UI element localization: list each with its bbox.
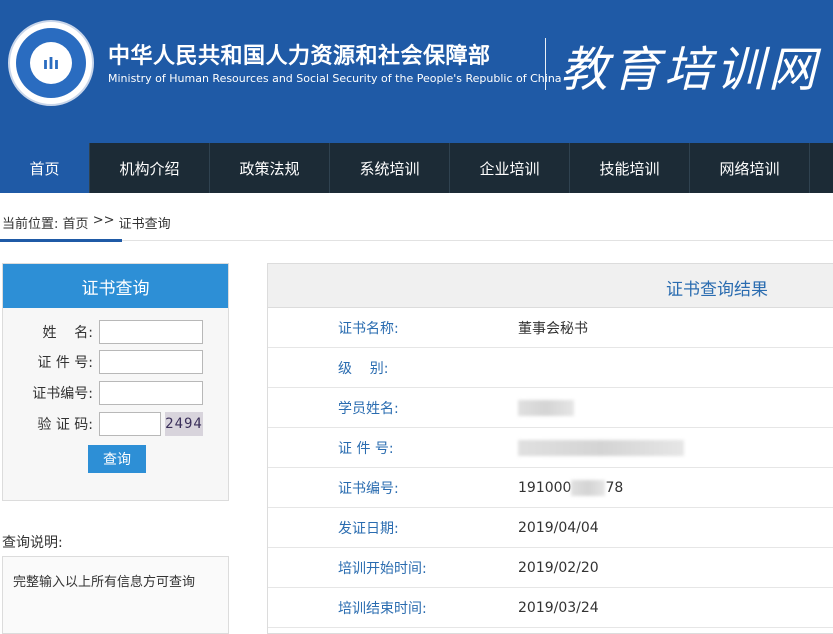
ministry-name-en: Ministry of Human Resources and Social S… — [108, 72, 562, 85]
form-row-id: 证 件 号: — [3, 349, 230, 375]
results-header: 证书查询结果 — [268, 264, 833, 308]
site-header: ılı 中华人民共和国人力资源和社会保障部 Ministry of Human … — [0, 0, 833, 143]
cert-name-value: 董事会秘书 — [518, 320, 588, 337]
form-row-name: 姓 名: — [3, 319, 230, 345]
form-row-captcha: 验 证 码: 2494 — [3, 411, 230, 437]
name-input[interactable] — [99, 320, 203, 344]
student-id-label: 证 件 号: — [338, 440, 394, 457]
main-nav: 首页 机构介绍 政策法规 系统培训 企业培训 技能培训 网络培训 — [0, 143, 833, 193]
captcha-image[interactable]: 2494 — [165, 412, 203, 436]
redacted-cert-digits — [571, 479, 606, 496]
student-name-value — [518, 399, 574, 416]
query-results-panel: 证书查询结果 证书名称: 董事会秘书 级 别: 学员姓名: 证 件 号: 证书编… — [267, 263, 833, 634]
result-row-student-name: 学员姓名: — [268, 388, 833, 428]
nav-item-policy[interactable]: 政策法规 — [210, 143, 330, 193]
header-divider — [545, 38, 546, 90]
result-row-train-end: 培训结束时间: 2019/03/24 — [268, 588, 833, 628]
redacted-id-number — [518, 439, 684, 456]
id-number-input[interactable] — [99, 350, 203, 374]
nav-item-enterprise-training[interactable]: 企业培训 — [450, 143, 570, 193]
issue-date-value: 2019/04/04 — [518, 519, 599, 536]
result-row-cert-number: 证书编号: 191000 78 — [268, 468, 833, 508]
nav-item-online-training[interactable]: 网络培训 — [690, 143, 810, 193]
training-end-value: 2019/03/24 — [518, 599, 599, 616]
issue-date-label: 发证日期: — [338, 520, 399, 537]
cert-number-input[interactable] — [99, 381, 203, 405]
ministry-name-cn: 中华人民共和国人力资源和社会保障部 — [108, 44, 491, 69]
nav-item-system-training[interactable]: 系统培训 — [330, 143, 450, 193]
notes-text: 完整输入以上所有信息方可查询 — [13, 575, 196, 590]
breadcrumb-home-link[interactable]: 首页 — [63, 213, 89, 232]
cert-number-result-value: 191000 78 — [518, 479, 624, 496]
site-title: 教育培训网 — [560, 42, 821, 98]
training-start-value: 2019/02/20 — [518, 559, 599, 576]
cert-number-prefix: 191000 — [518, 479, 572, 496]
result-row-cert-name: 证书名称: 董事会秘书 — [268, 308, 833, 348]
name-label: 姓 名: — [42, 325, 93, 341]
captcha-label: 验 证 码: — [37, 417, 93, 433]
breadcrumb: 当前位置: 首页 >> 证书查询 — [2, 213, 171, 232]
training-end-label: 培训结束时间: — [338, 600, 427, 617]
result-row-issue-date: 发证日期: 2019/04/04 — [268, 508, 833, 548]
breadcrumb-accent-bar — [0, 239, 122, 242]
logo-ring: ılı — [16, 28, 86, 98]
result-row-id-number: 证 件 号: — [268, 428, 833, 468]
query-button[interactable]: 查询 — [88, 445, 146, 473]
results-title: 证书查询结果 — [666, 280, 768, 300]
cert-number-label: 证书编号: — [32, 386, 93, 402]
notes-box: 完整输入以上所有信息方可查询 — [2, 556, 229, 634]
cert-name-label: 证书名称: — [338, 320, 399, 337]
logo-emblem-icon: ılı — [30, 42, 72, 84]
redacted-name — [518, 399, 574, 416]
breadcrumb-separator: >> — [92, 213, 115, 228]
student-name-label: 学员姓名: — [338, 400, 399, 417]
level-label: 级 别: — [338, 360, 389, 377]
cert-number-result-label: 证书编号: — [338, 480, 399, 497]
breadcrumb-divider — [0, 240, 833, 241]
ministry-logo[interactable]: ılı — [8, 20, 94, 106]
cert-number-suffix: 78 — [605, 479, 624, 496]
result-row-train-start: 培训开始时间: 2019/02/20 — [268, 548, 833, 588]
breadcrumb-prefix: 当前位置: — [2, 217, 59, 232]
nav-item-institution[interactable]: 机构介绍 — [90, 143, 210, 193]
id-number-label: 证 件 号: — [37, 355, 93, 371]
student-id-value — [518, 439, 684, 456]
query-panel-title: 证书查询 — [3, 264, 228, 308]
nav-item-home[interactable]: 首页 — [0, 143, 90, 193]
breadcrumb-current: 证书查询 — [118, 217, 171, 232]
notes-title: 查询说明: — [2, 535, 63, 551]
result-row-level: 级 别: — [268, 348, 833, 388]
nav-item-skill-training[interactable]: 技能培训 — [570, 143, 690, 193]
training-start-label: 培训开始时间: — [338, 560, 427, 577]
captcha-input[interactable] — [99, 412, 161, 436]
certificate-query-panel: 证书查询 姓 名: 证 件 号: 证书编号: 验 证 码: 2494 查询 — [2, 263, 229, 501]
form-row-cert-no: 证书编号: — [3, 380, 230, 406]
